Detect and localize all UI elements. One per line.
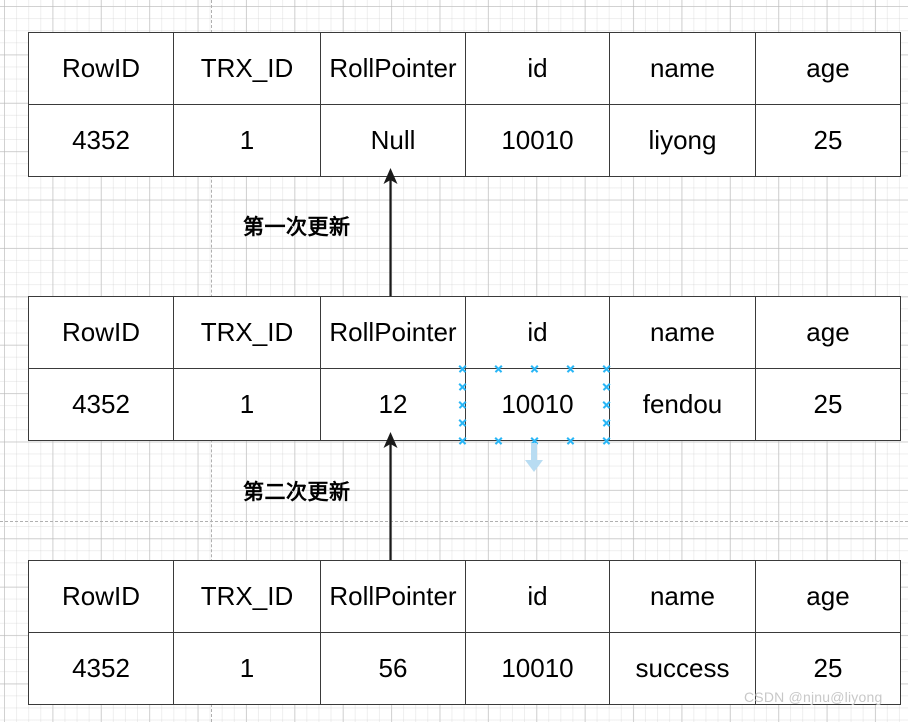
value-cell-rollpointer[interactable]: Null [320, 104, 466, 177]
header-cell-rollpointer: RollPointer [320, 560, 466, 633]
table-row: 4352 1 12 10010 fendou 25 [28, 368, 901, 441]
header-cell-name: name [609, 296, 756, 369]
value-cell-rowid[interactable]: 4352 [28, 632, 174, 705]
header-cell-id: id [465, 296, 610, 369]
header-cell-name: name [609, 560, 756, 633]
header-cell-name: name [609, 32, 756, 105]
version-table-latest[interactable]: RowID TRX_ID RollPointer id name age 435… [28, 32, 901, 177]
value-cell-id-selected[interactable]: 10010 [465, 368, 610, 441]
header-cell-age: age [755, 296, 901, 369]
version-table-oldest[interactable]: RowID TRX_ID RollPointer id name age 435… [28, 560, 901, 705]
header-cell-rollpointer: RollPointer [320, 32, 466, 105]
edge-second-update-arrow[interactable] [375, 432, 407, 562]
header-cell-trxid: TRX_ID [173, 32, 321, 105]
header-cell-rowid: RowID [28, 32, 174, 105]
header-cell-trxid: TRX_ID [173, 296, 321, 369]
table-row-header: RowID TRX_ID RollPointer id name age [28, 296, 901, 369]
header-cell-age: age [755, 32, 901, 105]
value-cell-id[interactable]: 10010 [465, 632, 610, 705]
version-table-middle[interactable]: RowID TRX_ID RollPointer id name age 435… [28, 296, 901, 441]
value-cell-trxid[interactable]: 1 [173, 632, 321, 705]
edge-first-update-label: 第一次更新 [243, 215, 351, 239]
header-cell-rowid: RowID [28, 560, 174, 633]
direction-arrow-down-icon[interactable] [524, 443, 544, 473]
value-cell-name[interactable]: success [609, 632, 756, 705]
value-cell-name[interactable]: fendou [609, 368, 756, 441]
table-row-header: RowID TRX_ID RollPointer id name age [28, 32, 901, 105]
value-cell-trxid[interactable]: 1 [173, 368, 321, 441]
value-cell-rollpointer[interactable]: 56 [320, 632, 466, 705]
header-cell-rollpointer: RollPointer [320, 296, 466, 369]
value-cell-age[interactable]: 25 [755, 368, 901, 441]
value-cell-age[interactable]: 25 [755, 104, 901, 177]
value-cell-name[interactable]: liyong [609, 104, 756, 177]
value-cell-id[interactable]: 10010 [465, 104, 610, 177]
value-cell-rowid[interactable]: 4352 [28, 104, 174, 177]
header-cell-id: id [465, 32, 610, 105]
value-cell-rowid[interactable]: 4352 [28, 368, 174, 441]
value-cell-trxid[interactable]: 1 [173, 104, 321, 177]
header-cell-id: id [465, 560, 610, 633]
header-cell-trxid: TRX_ID [173, 560, 321, 633]
value-cell-rollpointer[interactable]: 12 [320, 368, 466, 441]
edge-first-update-arrow[interactable] [375, 168, 407, 298]
watermark-text: CSDN @njnu@liyong [744, 689, 883, 705]
guide-line-horizontal [0, 521, 908, 522]
header-cell-rowid: RowID [28, 296, 174, 369]
diagram-canvas[interactable]: RowID TRX_ID RollPointer id name age 435… [0, 0, 908, 722]
table-row-header: RowID TRX_ID RollPointer id name age [28, 560, 901, 633]
header-cell-age: age [755, 560, 901, 633]
edge-second-update-label: 第二次更新 [243, 480, 351, 504]
table-row: 4352 1 Null 10010 liyong 25 [28, 104, 901, 177]
